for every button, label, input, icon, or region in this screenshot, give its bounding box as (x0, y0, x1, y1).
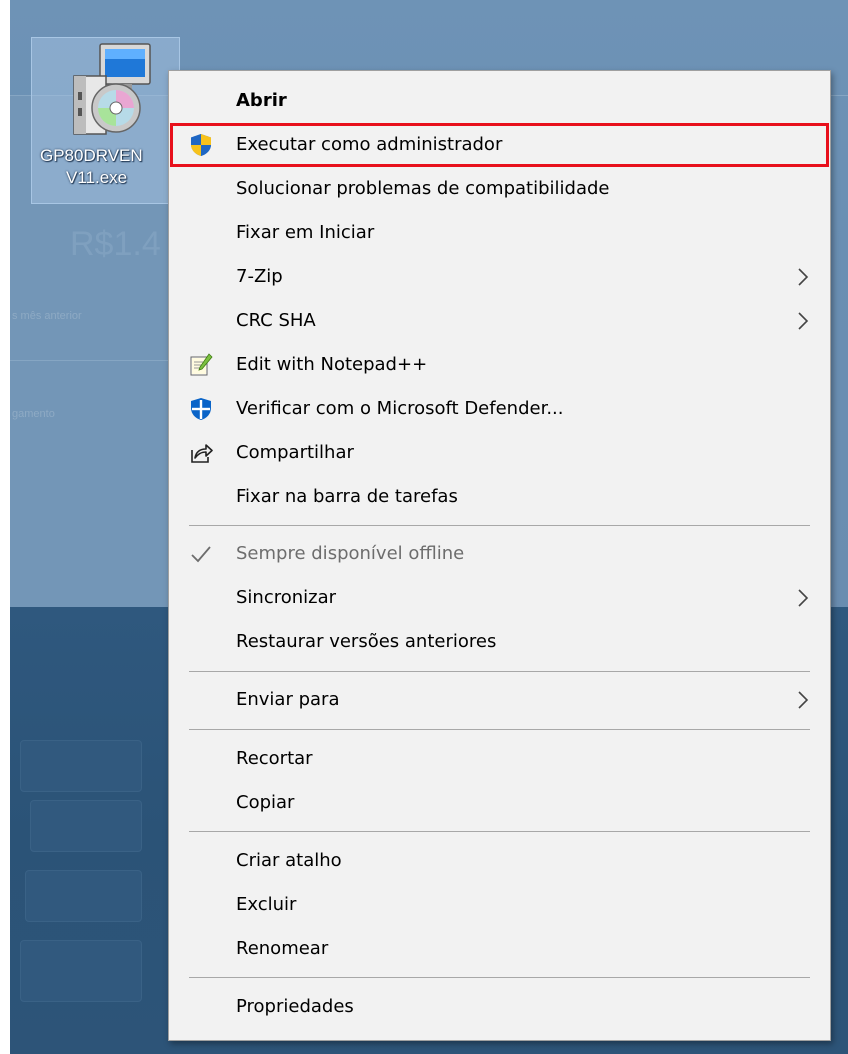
menu-item-label: Edit with Notepad++ (236, 354, 428, 375)
menu-separator (189, 977, 810, 978)
menu-item-label: Enviar para (236, 689, 340, 710)
background-key (20, 940, 142, 1002)
menu-item-abrir[interactable]: Abrir (169, 81, 830, 121)
menu-item-verificar-defender[interactable]: Verificar com o Microsoft Defender... (169, 389, 830, 429)
menu-item-label: Excluir (236, 894, 297, 915)
menu-item-sempre-disponivel-offline[interactable]: Sempre disponível offline (169, 534, 830, 574)
notepadpp-icon (190, 353, 213, 376)
menu-item-edit-with-notepad[interactable]: Edit with Notepad++ (169, 345, 830, 385)
installer-icon (73, 43, 151, 135)
menu-item-label: Criar atalho (236, 850, 342, 871)
chevron-right-icon (798, 268, 809, 286)
menu-item-sincronizar[interactable]: Sincronizar (169, 578, 830, 618)
menu-item-label: Sincronizar (236, 587, 337, 608)
menu-item-label: Propriedades (236, 996, 354, 1017)
menu-item-restaurar-versoes[interactable]: Restaurar versões anteriores (169, 622, 830, 662)
menu-item-fixar-em-iniciar[interactable]: Fixar em Iniciar (169, 213, 830, 253)
menu-item-label: Fixar em Iniciar (236, 222, 375, 243)
chevron-right-icon (798, 312, 809, 330)
left-edge (0, 0, 10, 1054)
chevron-right-icon (798, 589, 809, 607)
menu-separator (189, 525, 810, 526)
file-name-label: GP80DRVEN V11.exe (32, 145, 179, 189)
menu-item-criar-atalho[interactable]: Criar atalho (169, 841, 830, 881)
menu-item-7zip[interactable]: 7-Zip (169, 257, 830, 297)
menu-item-label: 7-Zip (236, 266, 283, 287)
menu-item-enviar-para[interactable]: Enviar para (169, 680, 830, 720)
menu-item-renomear[interactable]: Renomear (169, 929, 830, 969)
menu-separator (189, 831, 810, 832)
menu-item-compartilhar[interactable]: Compartilhar (169, 433, 830, 473)
menu-item-label: Compartilhar (236, 442, 354, 463)
menu-item-label: Solucionar problemas de compatibilidade (236, 178, 610, 199)
file-name-line1: GP80DRVEN (40, 146, 143, 165)
menu-item-solucionar-problemas[interactable]: Solucionar problemas de compatibilidade (169, 169, 830, 209)
background-key (25, 870, 142, 922)
checkmark-icon (191, 546, 211, 563)
defender-icon (191, 398, 211, 420)
menu-item-label: Sempre disponível offline (236, 543, 465, 564)
background-caption: s mês anterior (12, 310, 82, 322)
menu-item-label: Fixar na barra de tarefas (236, 486, 458, 507)
menu-item-label: Verificar com o Microsoft Defender... (236, 398, 564, 419)
menu-item-crc-sha[interactable]: CRC SHA (169, 301, 830, 341)
menu-item-label: Abrir (236, 90, 287, 111)
share-icon (191, 444, 213, 463)
file-name-line2: V11.exe (66, 168, 128, 187)
menu-item-executar-como-administrador[interactable]: Executar como administrador (170, 123, 829, 167)
background-key (30, 800, 142, 852)
menu-item-label: Restaurar versões anteriores (236, 631, 497, 652)
menu-item-label: Executar como administrador (236, 134, 503, 155)
desktop-file-icon[interactable]: GP80DRVEN V11.exe (31, 37, 180, 204)
uac-shield-icon (191, 134, 211, 156)
background-divider (10, 360, 170, 361)
menu-item-propriedades[interactable]: Propriedades (169, 987, 830, 1027)
menu-item-copiar[interactable]: Copiar (169, 783, 830, 823)
context-menu: Abrir Executar como administrador Soluci… (168, 70, 831, 1041)
menu-item-fixar-na-barra[interactable]: Fixar na barra de tarefas (169, 477, 830, 517)
menu-item-excluir[interactable]: Excluir (169, 885, 830, 925)
chevron-right-icon (798, 691, 809, 709)
menu-item-label: Recortar (236, 748, 313, 769)
menu-item-label: Renomear (236, 938, 329, 959)
background-key (20, 740, 142, 792)
menu-item-label: Copiar (236, 792, 295, 813)
background-amount: R$1.4 (70, 225, 161, 263)
background-caption: gamento (12, 408, 55, 420)
menu-separator (189, 671, 810, 672)
menu-item-recortar[interactable]: Recortar (169, 739, 830, 779)
menu-separator (189, 729, 810, 730)
menu-item-label: CRC SHA (236, 310, 316, 331)
